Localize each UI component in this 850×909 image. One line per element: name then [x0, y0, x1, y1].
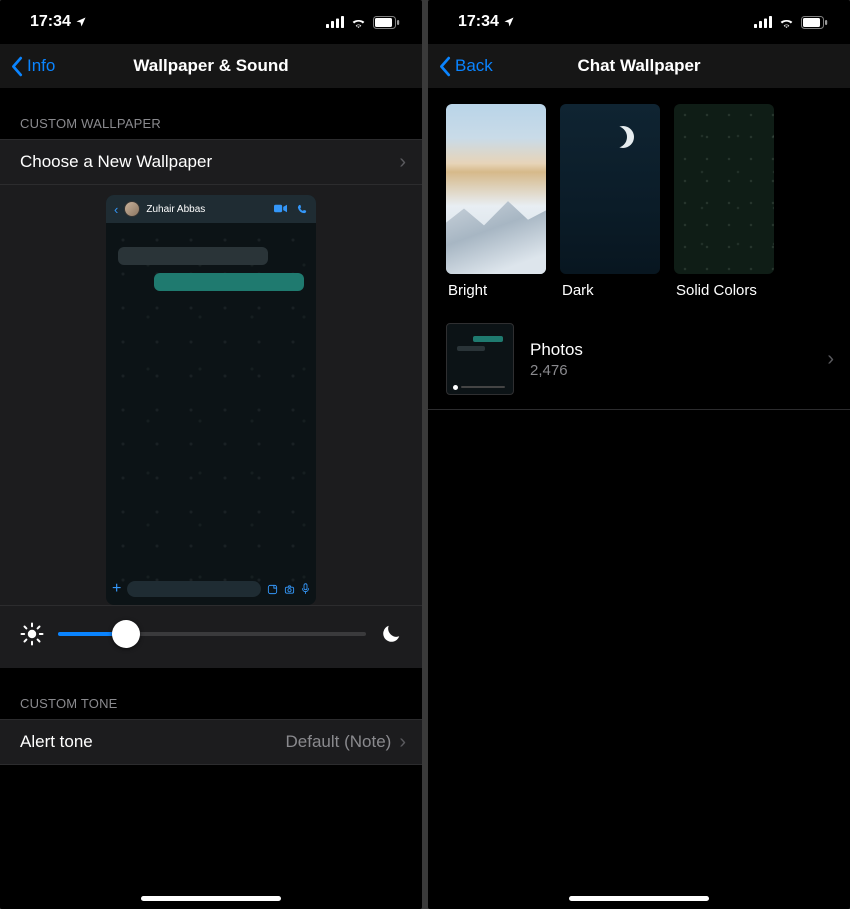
home-indicator[interactable] — [141, 896, 281, 901]
chat-contact-name: Zuhair Abbas — [146, 204, 268, 215]
category-solid[interactable]: Solid Colors — [674, 104, 774, 299]
status-bar: 17:34 — [428, 0, 850, 44]
bright-thumbnail — [446, 104, 546, 274]
category-bright[interactable]: Bright — [446, 104, 546, 299]
location-icon — [503, 16, 515, 28]
wallpaper-category-grid: Bright Dark Solid Colors — [428, 88, 850, 309]
solid-thumbnail — [674, 104, 774, 274]
section-header-wallpaper: Custom Wallpaper — [0, 88, 422, 139]
plus-icon: + — [112, 580, 121, 598]
brightness-slider-row — [0, 606, 422, 668]
sticker-icon — [267, 584, 278, 595]
wifi-icon — [778, 16, 795, 28]
home-indicator[interactable] — [569, 896, 709, 901]
alert-tone-row[interactable]: Alert tone Default (Note) › — [0, 719, 422, 765]
back-button[interactable]: Info — [0, 56, 55, 77]
sun-icon — [20, 622, 44, 646]
photos-thumbnail — [446, 323, 514, 395]
photos-row[interactable]: Photos 2,476 › — [428, 309, 850, 410]
cellular-icon — [326, 16, 344, 28]
chat-preview: ‹ Zuhair Abbas + — [106, 195, 316, 605]
choose-wallpaper-label: Choose a New Wallpaper — [20, 152, 212, 172]
brightness-slider[interactable] — [58, 620, 366, 648]
back-label: Back — [455, 56, 493, 76]
status-bar: 17:34 — [0, 0, 422, 44]
nav-bar: Back Chat Wallpaper — [428, 44, 850, 88]
section-header-tone: Custom Tone — [0, 668, 422, 719]
dark-thumbnail — [560, 104, 660, 274]
phone-left: 17:34 Info Wallpaper & Sound Custom Wall… — [0, 0, 422, 909]
video-call-icon — [274, 204, 287, 215]
status-time: 17:34 — [458, 13, 499, 31]
battery-icon — [373, 16, 400, 29]
slider-thumb[interactable] — [112, 620, 140, 648]
incoming-bubble — [118, 247, 268, 265]
chat-preview-container: ‹ Zuhair Abbas + — [0, 185, 422, 606]
status-time: 17:34 — [30, 13, 71, 31]
moon-icon — [380, 623, 402, 645]
chevron-right-icon: › — [399, 732, 406, 752]
choose-wallpaper-row[interactable]: Choose a New Wallpaper › — [0, 139, 422, 185]
phone-right: 17:34 Back Chat Wallpaper Bright — [428, 0, 850, 909]
phone-icon — [297, 204, 308, 215]
back-label: Info — [27, 56, 55, 76]
page-title: Wallpaper & Sound — [0, 56, 422, 76]
avatar — [124, 201, 140, 217]
chat-input-bar: + — [112, 579, 310, 599]
photos-label: Photos — [530, 340, 811, 360]
bright-label: Bright — [446, 274, 546, 299]
chat-preview-header: ‹ Zuhair Abbas — [106, 195, 316, 223]
location-icon — [75, 16, 87, 28]
outgoing-bubble — [154, 273, 304, 291]
category-dark[interactable]: Dark — [560, 104, 660, 299]
dark-label: Dark — [560, 274, 660, 299]
chat-input-field — [127, 581, 261, 597]
camera-icon — [284, 584, 295, 595]
solid-label: Solid Colors — [674, 274, 774, 299]
photos-count: 2,476 — [530, 362, 811, 379]
wifi-icon — [350, 16, 367, 28]
battery-icon — [801, 16, 828, 29]
nav-bar: Info Wallpaper & Sound — [0, 44, 422, 88]
chevron-right-icon: › — [399, 152, 406, 172]
cellular-icon — [754, 16, 772, 28]
chat-back-icon: ‹ — [114, 202, 118, 217]
back-button[interactable]: Back — [428, 56, 493, 77]
alert-tone-label: Alert tone — [20, 732, 93, 752]
alert-tone-value: Default (Note) — [286, 732, 392, 752]
mic-icon — [301, 583, 310, 595]
crescent-moon-icon — [612, 126, 634, 148]
chevron-right-icon: › — [827, 349, 834, 369]
